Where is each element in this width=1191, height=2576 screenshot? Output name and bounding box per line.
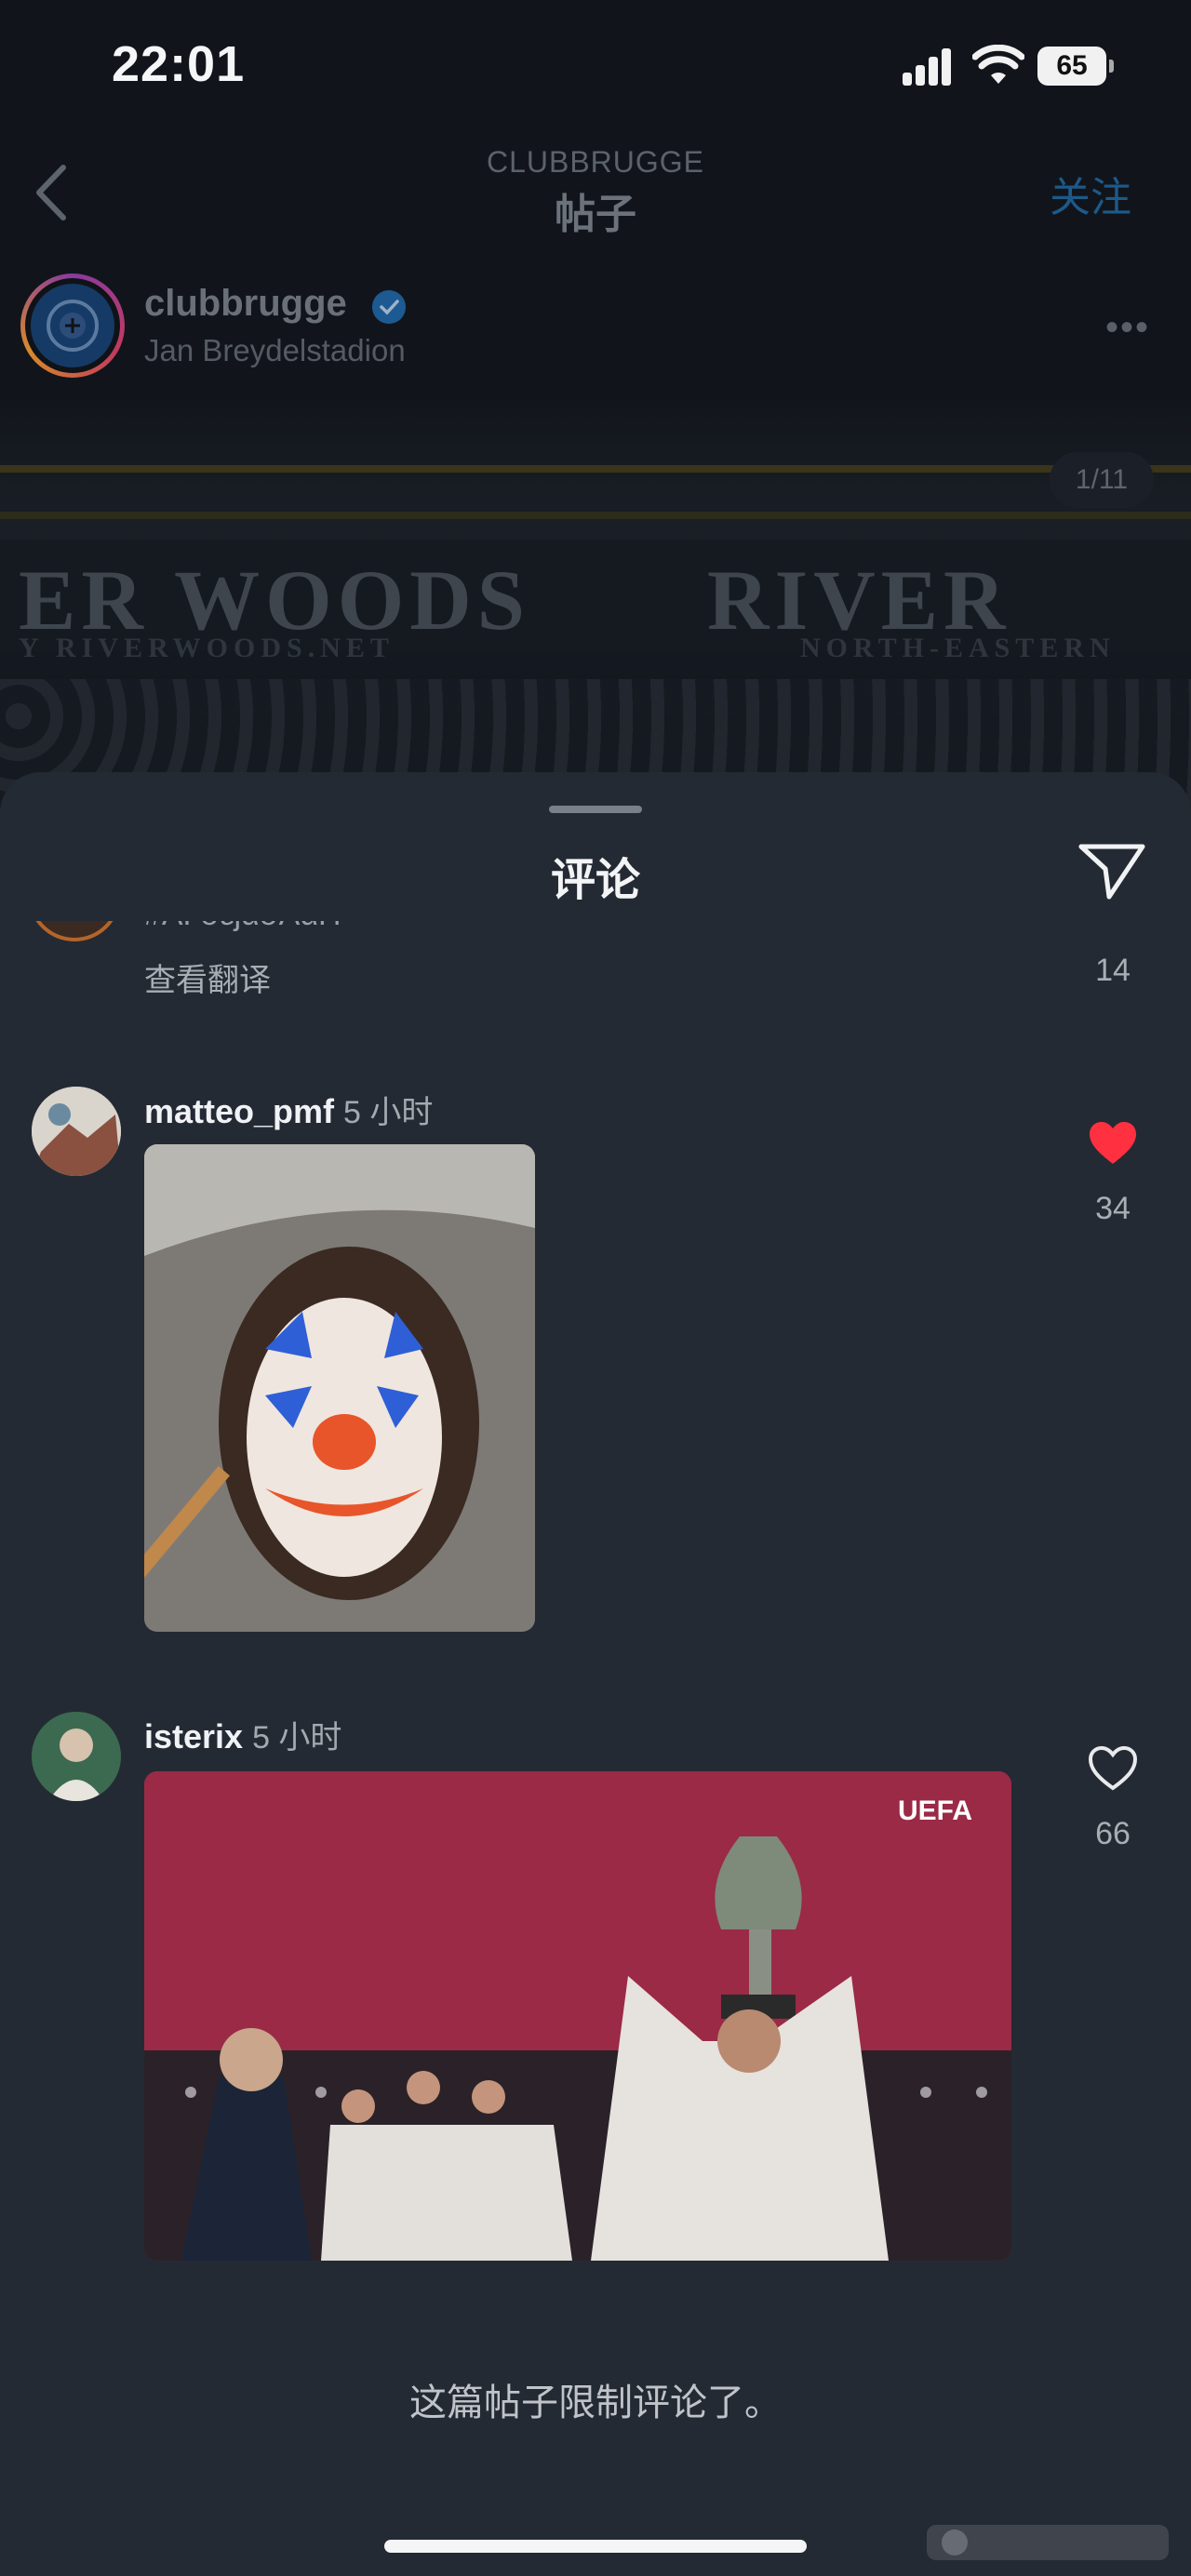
banner-small-left: Y RIVERWOODS.NET (19, 633, 395, 663)
comment-avatar[interactable] (28, 921, 121, 941)
verified-badge-icon (372, 290, 406, 324)
cellular-signal-icon (903, 48, 953, 86)
account-username[interactable]: clubbrugge (144, 283, 347, 325)
sheet-grabber[interactable] (549, 806, 642, 813)
comments-sheet: 评论 #ΛΓσεjασΛαΠ 查看翻译 14 ma (0, 772, 1191, 2576)
post-account-row: clubbrugge Jan Breydelstadion ••• (0, 270, 1191, 400)
comment-time: 5 小时 (252, 1720, 342, 1755)
sheet-title: 评论 (550, 856, 640, 905)
share-send-icon[interactable] (1077, 841, 1146, 901)
club-crest-icon (31, 284, 114, 367)
post-location[interactable]: Jan Breydelstadion (144, 333, 406, 368)
wifi-icon (972, 45, 1024, 84)
comments-restricted-notice: 这篇帖子限制评论了。 (409, 2382, 782, 2423)
comment-list[interactable]: #ΛΓσεjασΛαΠ 查看翻译 14 matteo_pmf 5 小时 (0, 921, 1191, 2409)
like-count: 14 (1095, 953, 1131, 988)
comment-gif[interactable] (144, 1144, 535, 1632)
battery-level: 65 (1037, 47, 1106, 86)
post-header: CLUBBRUGGE 帖子 关注 (0, 140, 1191, 260)
watermark-icon (927, 2525, 1169, 2560)
like-count: 34 (1095, 1191, 1131, 1226)
comment-username[interactable]: isterix 5 小时 (144, 1712, 341, 1757)
follow-button[interactable]: 关注 (1050, 164, 1131, 223)
post-comments-screen: 22:01 65 CLUBBRUGGE 帖子 关注 clubbrugge Jan… (0, 0, 1191, 2576)
more-options-icon[interactable]: ••• (1105, 307, 1150, 349)
uefa-badge: UEFA (898, 1795, 972, 1826)
header-account-label: CLUBBRUGGE (486, 145, 705, 179)
heart-filled-icon[interactable] (1088, 1120, 1138, 1167)
comment-username-text[interactable]: matteo_pmf (144, 1092, 334, 1130)
banner-small-right: NORTH-EASTERN (800, 633, 1116, 663)
battery-icon: 65 (1037, 47, 1114, 86)
comment-avatar[interactable] (32, 1712, 121, 1801)
post-photo[interactable]: ER WOODS RIVER Y RIVERWOODS.NET NORTH-EA… (0, 400, 1191, 828)
page-title: 帖子 (555, 192, 636, 237)
comment-gif[interactable]: UEFA (144, 1771, 1011, 2261)
see-translation-link[interactable]: 查看翻译 (144, 954, 271, 1000)
carousel-counter: 1/11 (1050, 452, 1154, 508)
account-avatar[interactable] (20, 274, 125, 378)
comment-username-partial: #ΛΓσεjασΛαΠ (144, 921, 341, 933)
comment-time: 5 小时 (343, 1095, 434, 1130)
status-time: 22:01 (112, 36, 246, 92)
comment-avatar[interactable] (32, 1087, 121, 1176)
heart-outline-icon[interactable] (1088, 1745, 1138, 1792)
home-indicator[interactable] (384, 2540, 807, 2553)
status-bar: 22:01 65 (0, 0, 1191, 140)
comment-username[interactable]: matteo_pmf 5 小时 (144, 1087, 433, 1132)
comment-username-text[interactable]: isterix (144, 1717, 243, 1755)
like-count: 66 (1095, 1816, 1131, 1851)
